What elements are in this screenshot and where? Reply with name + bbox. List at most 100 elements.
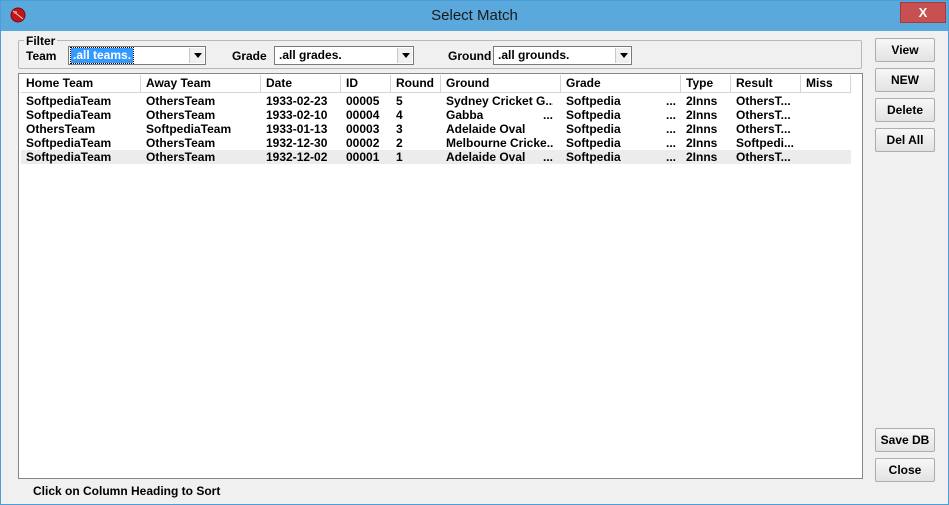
- matches-list[interactable]: Home Team Away Team Date ID Round Ground…: [18, 73, 863, 479]
- cell-result: Softpedi...: [736, 136, 794, 150]
- cell-away-team: OthersTeam: [146, 136, 216, 150]
- cell-type: 2Inns: [686, 94, 718, 108]
- team-label: Team: [26, 49, 57, 63]
- cell-date: 1933-02-23: [266, 94, 328, 108]
- chevron-down-icon[interactable]: [615, 48, 630, 63]
- cell-grade: Softpedia: [566, 94, 621, 108]
- cell-home-team: SoftpediaTeam: [26, 136, 112, 150]
- cell-type: 2Inns: [686, 122, 718, 136]
- grade-select-value: .all grades.: [279, 48, 342, 62]
- title-bar[interactable]: Select Match X: [1, 1, 948, 31]
- cell-type: 2Inns: [686, 108, 718, 122]
- column-header-result[interactable]: Result: [731, 75, 801, 93]
- list-header: Home Team Away Team Date ID Round Ground…: [21, 75, 861, 93]
- cell-date: 1933-01-13: [266, 122, 328, 136]
- cell-type: 2Inns: [686, 136, 718, 150]
- cell-result: OthersT...: [736, 94, 791, 108]
- column-header-round[interactable]: Round: [391, 75, 441, 93]
- cell-away-team: OthersTeam: [146, 150, 216, 164]
- cell-miss: [801, 108, 851, 122]
- team-select[interactable]: .all teams.: [68, 46, 206, 65]
- cell-miss: [801, 122, 851, 136]
- cell-grade-more: ...: [666, 122, 677, 136]
- cell-ground: Gabba: [446, 108, 484, 122]
- cell-date: 1933-02-10: [266, 108, 328, 122]
- filter-legend: Filter: [24, 34, 58, 48]
- column-header-away-team[interactable]: Away Team: [141, 75, 261, 93]
- cell-round: 4: [396, 108, 403, 122]
- ground-select[interactable]: .all grounds.: [493, 46, 632, 65]
- cell-id: 00001: [346, 150, 380, 164]
- cell-away-team: OthersTeam: [146, 108, 216, 122]
- status-hint: Click on Column Heading to Sort: [33, 484, 221, 498]
- cell-away-team: SoftpediaTeam: [146, 122, 232, 136]
- save-db-button[interactable]: Save DB: [875, 428, 935, 452]
- cell-home-team: SoftpediaTeam: [26, 94, 112, 108]
- cell-ground-more: ...: [543, 150, 554, 164]
- cell-grade: Softpedia: [566, 136, 621, 150]
- table-row[interactable]: SoftpediaTeam OthersTeam 1932-12-02 00001 1 A…: [21, 150, 851, 164]
- cell-result: OthersT...: [736, 108, 791, 122]
- cell-round: 5: [396, 94, 403, 108]
- table-row[interactable]: SoftpediaTeam OthersTeam 1932-12-30 00002 2 M…: [21, 136, 851, 150]
- cell-ground-more: [538, 136, 558, 150]
- cell-grade-more: ...: [666, 150, 677, 164]
- cell-away-team: OthersTeam: [146, 94, 216, 108]
- cell-grade-more: ...: [666, 94, 677, 108]
- cell-round: 3: [396, 122, 403, 136]
- column-header-type[interactable]: Type: [681, 75, 731, 93]
- cell-home-team: OthersTeam: [26, 122, 96, 136]
- cell-id: 00003: [346, 122, 380, 136]
- cell-id: 00004: [346, 108, 380, 122]
- cell-grade-more: ...: [666, 136, 677, 150]
- ground-label: Ground: [448, 49, 492, 63]
- cell-miss: [801, 94, 851, 108]
- column-header-grade[interactable]: Grade: [561, 75, 681, 93]
- grade-select[interactable]: .all grades.: [274, 46, 414, 65]
- column-header-ground[interactable]: Ground: [441, 75, 561, 93]
- table-row[interactable]: SoftpediaTeam OthersTeam 1933-02-23 00005 5 S…: [21, 94, 851, 108]
- cell-ground: Melbourne Cricke...: [446, 136, 553, 150]
- cell-round: 2: [396, 136, 403, 150]
- cell-ground-more: ...: [543, 108, 554, 122]
- cell-grade-more: ...: [666, 108, 677, 122]
- cell-type: 2Inns: [686, 150, 718, 164]
- cell-grade: Softpedia: [566, 150, 621, 164]
- cell-ground-more: [538, 94, 558, 108]
- close-button[interactable]: Close: [875, 458, 935, 482]
- grade-label: Grade: [232, 49, 267, 63]
- cell-id: 00005: [346, 94, 380, 108]
- cell-date: 1932-12-30: [266, 136, 328, 150]
- cell-ground: Adelaide Oval: [446, 122, 526, 136]
- del-all-button[interactable]: Del All: [875, 128, 935, 152]
- new-button[interactable]: NEW: [875, 68, 935, 92]
- chevron-down-icon[interactable]: [397, 48, 412, 63]
- chevron-down-icon[interactable]: [189, 48, 204, 63]
- cell-miss: [801, 150, 851, 164]
- delete-button[interactable]: Delete: [875, 98, 935, 122]
- column-header-miss[interactable]: Miss: [801, 75, 851, 93]
- column-header-id[interactable]: ID: [341, 75, 391, 93]
- window-title: Select Match: [431, 7, 518, 24]
- cell-home-team: SoftpediaTeam: [26, 108, 112, 122]
- cell-grade: Softpedia: [566, 122, 621, 136]
- cell-ground-more: [538, 122, 558, 136]
- cell-round: 1: [396, 150, 403, 164]
- column-header-date[interactable]: Date: [261, 75, 341, 93]
- table-row[interactable]: OthersTeam SoftpediaTeam 1933-01-13 00003 3 A…: [21, 122, 851, 136]
- cell-miss: [801, 136, 851, 150]
- client-area: Filter Team .all teams. Grade .all grade…: [1, 31, 948, 504]
- ground-select-value: .all grounds.: [498, 48, 570, 62]
- cell-grade: Softpedia: [566, 108, 621, 122]
- view-button[interactable]: View: [875, 38, 935, 62]
- cell-result: OthersT...: [736, 122, 791, 136]
- cell-ground: Sydney Cricket G...: [446, 94, 553, 108]
- cell-date: 1932-12-02: [266, 150, 328, 164]
- cell-result: OthersT...: [736, 150, 791, 164]
- close-window-button[interactable]: X: [900, 2, 946, 23]
- column-header-home-team[interactable]: Home Team: [21, 75, 141, 93]
- table-row[interactable]: SoftpediaTeam OthersTeam 1933-02-10 00004 4 G…: [21, 108, 851, 122]
- cell-ground: Adelaide Oval: [446, 150, 526, 164]
- team-select-value: .all teams.: [69, 47, 135, 64]
- select-match-window: Select Match X Filter Team .all teams. G…: [0, 0, 949, 505]
